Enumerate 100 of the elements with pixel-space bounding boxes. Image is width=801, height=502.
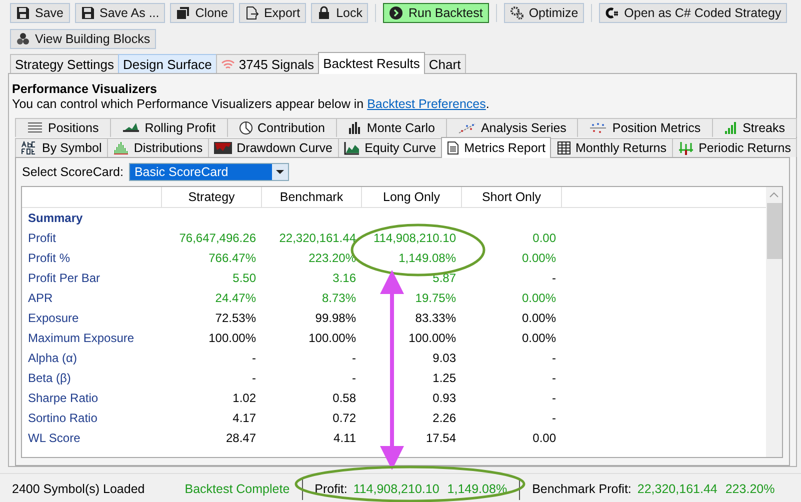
table-cell-text: 0.00% [520, 311, 557, 325]
table-cell-text: 4.17 [232, 411, 257, 425]
tab[interactable]: Analysis Series [446, 118, 578, 137]
scrollbar-thumb[interactable] [766, 203, 782, 259]
table-cell-text: 1,149.08% [398, 251, 457, 265]
table-cell-text: 100.00% [408, 331, 457, 345]
table-cell-text: 28.47 [224, 431, 257, 445]
tab[interactable]: Position Metrics [577, 118, 713, 137]
table-cell-text: 99.98% [314, 311, 357, 325]
toolbar-button[interactable]: Lock [311, 3, 368, 23]
tab[interactable]: Distributions [106, 138, 209, 157]
column-header: Benchmark [262, 187, 362, 207]
toolbar-button[interactable]: View Building Blocks [10, 29, 156, 49]
table-cell-text: 2.26 [432, 411, 457, 425]
table-cell-text: 24.47% [214, 291, 257, 305]
tab[interactable]: Strategy Settings [10, 54, 119, 73]
table-cell-text: 83.33% [414, 311, 457, 325]
tab[interactable]: Streaks [712, 118, 797, 137]
tab[interactable]: Chart [424, 54, 466, 73]
metric-label: Sharpe Ratio [27, 391, 100, 405]
metric-label: APR [27, 291, 54, 305]
bars-icon [348, 121, 362, 135]
toolbar-button[interactable]: Run Backtest [383, 3, 489, 23]
table-cell-text: 114,908,210.10 [372, 231, 457, 245]
toolbar-button[interactable]: Save As ... [74, 3, 166, 23]
toolbar-button[interactable]: Open as C# Coded Strategy [599, 3, 788, 23]
toolbar-button[interactable]: Optimize [504, 3, 584, 23]
tab[interactable]: Positions [15, 118, 111, 137]
tab[interactable]: Design Surface [118, 54, 217, 73]
lock-icon [317, 6, 332, 20]
metric-label: Beta (β) [27, 371, 72, 385]
dots-icon [589, 122, 608, 134]
preferences-link[interactable]: Backtest Preferences [367, 97, 486, 111]
scatter-icon [458, 122, 476, 134]
toolbar-button[interactable]: Clone [170, 3, 234, 23]
table-cell-text: 0.00 [532, 231, 557, 245]
metric-label: Maximum Exposure [27, 331, 136, 345]
document-icon [447, 141, 460, 155]
table-cell-text: 0.00 [532, 431, 557, 445]
table-cell-text: - [551, 351, 557, 365]
blocks-icon [16, 32, 30, 46]
pie-icon [238, 121, 253, 135]
table-cell-text: 1.02 [232, 391, 257, 405]
status-text: Backtest Complete [184, 482, 290, 496]
table-cell-text: 9.03 [432, 351, 457, 365]
table-cell-text: - [551, 411, 557, 425]
scrollbar[interactable] [766, 187, 782, 457]
histogram-icon [112, 141, 129, 155]
table-cell-text: - [351, 351, 357, 365]
tab[interactable]: Contribution [226, 118, 337, 137]
section-heading: Summary [27, 210, 84, 227]
copy-icon [176, 6, 190, 20]
table-cell-text: 0.93 [432, 391, 457, 405]
status-text: 2400 Symbol(s) Loaded [12, 482, 145, 496]
column-header: Strategy [162, 187, 262, 207]
benchmark-value: 22,320,161.44 [637, 482, 718, 496]
tab[interactable]: Monte Carlo [336, 118, 447, 137]
table-cell-text: 0.00% [520, 251, 557, 265]
table-cell-text: 0.58 [332, 391, 357, 405]
tab[interactable]: Monthly Returns [550, 138, 673, 157]
panel-title: Performance Visualizers [12, 82, 158, 96]
tab[interactable]: Rolling Profit [110, 118, 228, 137]
table-cell-text: - [351, 371, 357, 385]
line-chart-icon [122, 122, 140, 134]
metric-label: WL Score [27, 431, 82, 445]
table-cell-text: 0.72 [332, 411, 357, 425]
toolbar-button[interactable]: Export [238, 3, 306, 23]
tab[interactable]: Periodic Returns [672, 138, 797, 157]
tab[interactable]: Equity Curve [338, 138, 442, 157]
metric-label: Sortino Ratio [27, 411, 98, 425]
table-cell-text: 100.00% [308, 331, 357, 345]
metric-label: Exposure [27, 311, 80, 325]
gears-icon [510, 6, 524, 20]
metric-label: Profit [27, 231, 58, 245]
tab[interactable]: 3745 Signals [216, 54, 320, 73]
tab[interactable]: Backtest Results [318, 52, 425, 74]
tab[interactable]: Drawdown Curve [208, 138, 339, 157]
table-cell-text: 19.75% [414, 291, 457, 305]
table-cell-text: - [551, 371, 557, 385]
metric-label: Profit % [27, 251, 72, 265]
table-cell-text: - [251, 351, 257, 365]
toolbar-button[interactable]: Save [10, 3, 70, 23]
table-cell-text: - [551, 391, 557, 405]
candles-icon [678, 141, 694, 155]
tab[interactable]: Metrics Report [441, 137, 552, 158]
table-cell-text: 76,647,496.26 [178, 231, 257, 245]
table-cell-text: - [551, 271, 557, 285]
profit-percent: 1,149.08% [447, 482, 508, 496]
list-icon [26, 122, 43, 134]
table-cell-text: 72.53% [214, 311, 257, 325]
tab[interactable]: By Symbol [15, 138, 108, 157]
panel-description: You can control which Performance Visualizers appear below in Backtest Preferences. [12, 97, 490, 111]
table-cell-text: 3.16 [332, 271, 357, 285]
scorecard-label: Select ScoreCard: [22, 165, 124, 179]
metric-label: Profit Per Bar [27, 271, 102, 285]
wifi-icon [220, 58, 235, 70]
rising-bars-icon [724, 121, 738, 135]
table-cell-text: 0.00% [520, 291, 557, 305]
scorecard-dropdown[interactable]: Basic ScoreCard [129, 163, 290, 181]
table-cell-text: 0.00% [520, 331, 557, 345]
